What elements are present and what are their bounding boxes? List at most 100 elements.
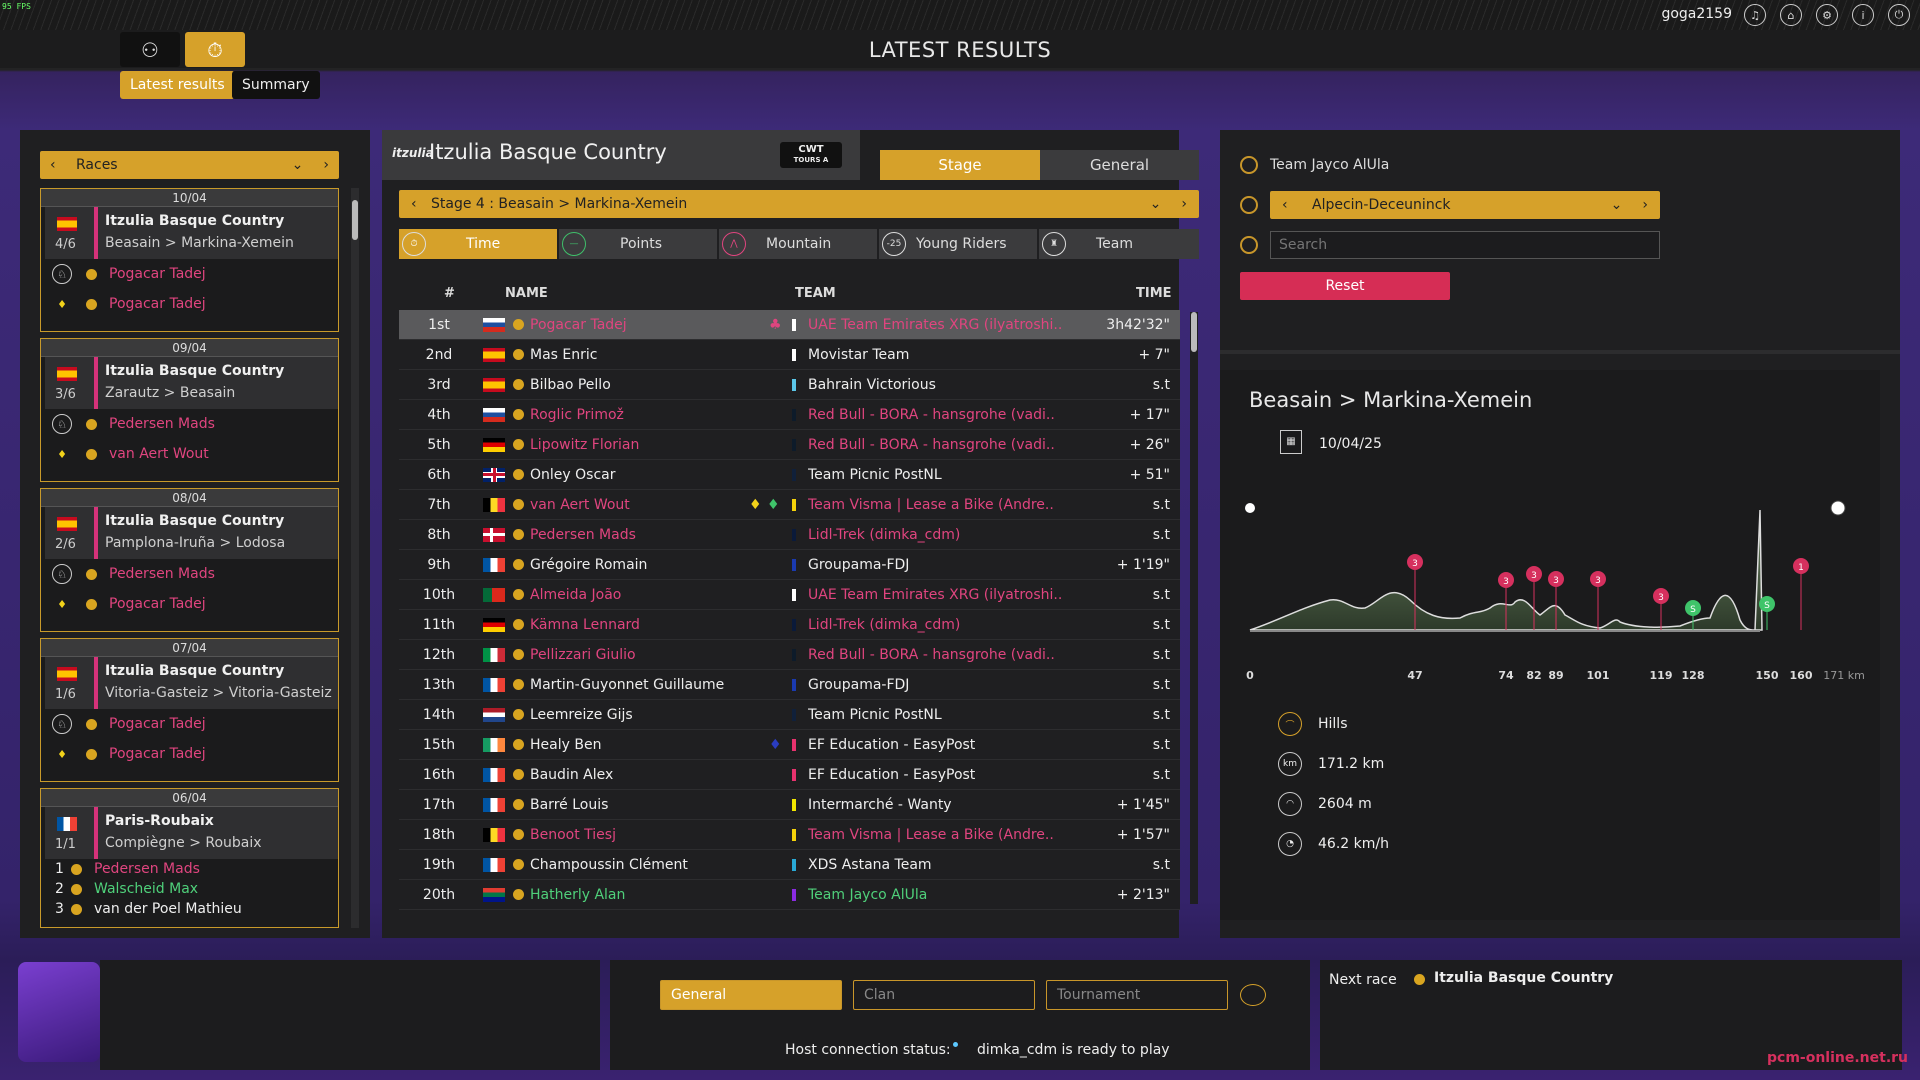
next-race-name[interactable]: Itzulia Basque Country	[1434, 970, 1613, 986]
chat-tab-clan[interactable]: Clan	[853, 980, 1035, 1010]
tab-latest-results[interactable]: Latest results	[120, 71, 235, 99]
rider-name[interactable]: Almeida João	[530, 587, 760, 603]
tab-stage[interactable]: Stage	[880, 150, 1040, 180]
chevron-down-icon[interactable]: ⌄	[1611, 197, 1623, 213]
races-scrollbar[interactable]	[351, 188, 359, 928]
chevron-left-icon[interactable]: ‹	[411, 196, 431, 212]
rider-name[interactable]: van der Poel Mathieu	[94, 901, 242, 917]
tab-time[interactable]: ⏱ Time	[399, 229, 559, 259]
rider-name[interactable]: Baudin Alex	[530, 767, 760, 783]
team-name[interactable]: EF Education - EasyPost	[808, 767, 1078, 783]
radio-dropdown[interactable]	[1240, 196, 1258, 214]
rider-name[interactable]: Kämna Lennard	[530, 617, 760, 633]
rider-name[interactable]: Healy Ben	[530, 737, 760, 753]
rider-name[interactable]: Grégoire Romain	[530, 557, 760, 573]
team-jersey-avatar[interactable]	[18, 962, 100, 1062]
team-dropdown[interactable]: ‹ Alpecin-Deceuninck ⌄ ›	[1270, 191, 1660, 219]
race-card[interactable]: 07/04 1/6 Itzulia Basque Country Vitoria…	[40, 638, 339, 782]
tab-young-riders[interactable]: -25 Young Riders	[879, 229, 1039, 259]
team-name[interactable]: Movistar Team	[808, 347, 1078, 363]
rider-name[interactable]: Bilbao Pello	[530, 377, 760, 393]
rider-name[interactable]: Pogacar Tadej	[109, 716, 206, 732]
rider-name[interactable]: Champoussin Clément	[530, 857, 760, 873]
results-scrollbar[interactable]	[1190, 312, 1198, 904]
stage-select[interactable]: ‹ Stage 4 : Beasain > Markina-Xemein ⌄ ›	[399, 190, 1199, 218]
rider-name[interactable]: Pellizzari Giulio	[530, 647, 760, 663]
rider-name[interactable]: Hatherly Alan	[530, 887, 760, 903]
info-icon[interactable]: i	[1852, 4, 1874, 26]
rider-name[interactable]: Pedersen Mads	[530, 527, 760, 543]
chevron-right-icon[interactable]: ›	[323, 157, 329, 173]
team-name[interactable]: Team Jayco AlUla	[808, 887, 1078, 903]
team-name[interactable]: Lidl-Trek (dimka_cdm)	[808, 527, 1078, 543]
chevron-right-icon[interactable]: ›	[1181, 196, 1187, 212]
rider-name[interactable]: Mas Enric	[530, 347, 760, 363]
race-card[interactable]: 09/04 3/6 Itzulia Basque Country Zarautz…	[40, 338, 339, 482]
rider-name[interactable]: Barré Louis	[530, 797, 760, 813]
rider-name[interactable]: Pogacar Tadej	[109, 296, 206, 312]
rider-name[interactable]: Pogacar Tadej	[109, 746, 206, 762]
rider-name[interactable]: Benoot Tiesj	[530, 827, 760, 843]
team-name[interactable]: Team Picnic PostNL	[808, 467, 1078, 483]
reset-button[interactable]: Reset	[1240, 272, 1450, 300]
table-row[interactable]: 18th Benoot Tiesj Team Visma | Lease a B…	[399, 820, 1180, 850]
rider-name[interactable]: van Aert Wout	[109, 446, 209, 462]
team-name[interactable]: Team Visma | Lease a Bike (Andre..	[808, 827, 1078, 843]
tab-points[interactable]: — Points	[559, 229, 719, 259]
table-row[interactable]: 16th Baudin Alex EF Education - EasyPost…	[399, 760, 1180, 790]
radio-search[interactable]	[1240, 236, 1258, 254]
tab-team[interactable]: ♜ Team	[1039, 229, 1199, 259]
rider-name[interactable]: Roglic Primož	[530, 407, 760, 423]
table-row[interactable]: 17th Barré Louis Intermarché - Wanty + 1…	[399, 790, 1180, 820]
gear-icon[interactable]: ⚙	[1816, 4, 1838, 26]
headset-icon[interactable]: ♫	[1744, 4, 1766, 26]
table-row[interactable]: 2nd Mas Enric Movistar Team + 7"	[399, 340, 1180, 370]
tab-summary[interactable]: Summary	[232, 71, 320, 99]
rider-name[interactable]: Lipowitz Florian	[530, 437, 760, 453]
team-name[interactable]: Intermarché - Wanty	[808, 797, 1078, 813]
table-row[interactable]: 5th Lipowitz Florian Red Bull - BORA - h…	[399, 430, 1180, 460]
search-input[interactable]	[1270, 231, 1660, 259]
table-row[interactable]: 10th Almeida João UAE Team Emirates XRG …	[399, 580, 1180, 610]
scroll-thumb[interactable]	[1191, 312, 1197, 352]
team-name[interactable]: EF Education - EasyPost	[808, 737, 1078, 753]
table-row[interactable]: 19th Champoussin Clément XDS Astana Team…	[399, 850, 1180, 880]
rider-name[interactable]: Pogacar Tadej	[109, 266, 206, 282]
rider-name[interactable]: Pogacar Tadej	[109, 596, 206, 612]
chevron-left-icon[interactable]: ‹	[50, 157, 76, 173]
radio-team[interactable]	[1240, 156, 1258, 174]
table-row[interactable]: 8th Pedersen Mads Lidl-Trek (dimka_cdm) …	[399, 520, 1180, 550]
scroll-thumb[interactable]	[352, 200, 358, 240]
table-row[interactable]: 20th Hatherly Alan Team Jayco AlUla + 2'…	[399, 880, 1180, 910]
table-row[interactable]: 13th Martin-Guyonnet Guillaume Groupama-…	[399, 670, 1180, 700]
race-card[interactable]: 08/04 2/6 Itzulia Basque Country Pamplon…	[40, 488, 339, 632]
race-card[interactable]: 10/04 4/6 Itzulia Basque Country Beasain…	[40, 188, 339, 332]
team-name[interactable]: Groupama-FDJ	[808, 557, 1078, 573]
tab-general[interactable]: General	[1040, 150, 1199, 180]
table-row[interactable]: 7th van Aert Wout ♦ ♦ Team Visma | Lease …	[399, 490, 1180, 520]
races-dropdown[interactable]: ‹ Races ⌄ ›	[40, 151, 339, 179]
chat-tab-general[interactable]: General	[660, 980, 842, 1010]
table-row[interactable]: 11th Kämna Lennard Lidl-Trek (dimka_cdm)…	[399, 610, 1180, 640]
tab-mountain[interactable]: ⋀ Mountain	[719, 229, 879, 259]
power-icon[interactable]: ⏻	[1888, 4, 1910, 26]
team-name[interactable]: Team Picnic PostNL	[808, 707, 1078, 723]
table-row[interactable]: 9th Grégoire Romain Groupama-FDJ + 1'19"	[399, 550, 1180, 580]
table-row[interactable]: 3rd Bilbao Pello Bahrain Victorious s.t	[399, 370, 1180, 400]
team-name[interactable]: Red Bull - BORA - hansgrohe (vadi..	[808, 437, 1078, 453]
chat-bubble-icon[interactable]	[1240, 984, 1266, 1006]
rider-name[interactable]: Pedersen Mads	[109, 566, 215, 582]
chevron-right-icon[interactable]: ›	[1642, 197, 1648, 213]
rider-name[interactable]: Martin-Guyonnet Guillaume	[530, 677, 760, 693]
team-name[interactable]: Red Bull - BORA - hansgrohe (vadi..	[808, 407, 1078, 423]
chat-tab-tournament[interactable]: Tournament	[1046, 980, 1228, 1010]
table-row[interactable]: 6th Onley Oscar Team Picnic PostNL + 51"	[399, 460, 1180, 490]
team-name[interactable]: Lidl-Trek (dimka_cdm)	[808, 617, 1078, 633]
team-name[interactable]: Groupama-FDJ	[808, 677, 1078, 693]
chevron-left-icon[interactable]: ‹	[1282, 197, 1312, 213]
rider-name[interactable]: Pedersen Mads	[94, 861, 200, 877]
rider-name[interactable]: Onley Oscar	[530, 467, 760, 483]
table-row[interactable]: 14th Leemreize Gijs Team Picnic PostNL s…	[399, 700, 1180, 730]
rider-name[interactable]: Leemreize Gijs	[530, 707, 760, 723]
table-row[interactable]: 1st Pogacar Tadej ♣ UAE Team Emirates XR…	[399, 310, 1180, 340]
